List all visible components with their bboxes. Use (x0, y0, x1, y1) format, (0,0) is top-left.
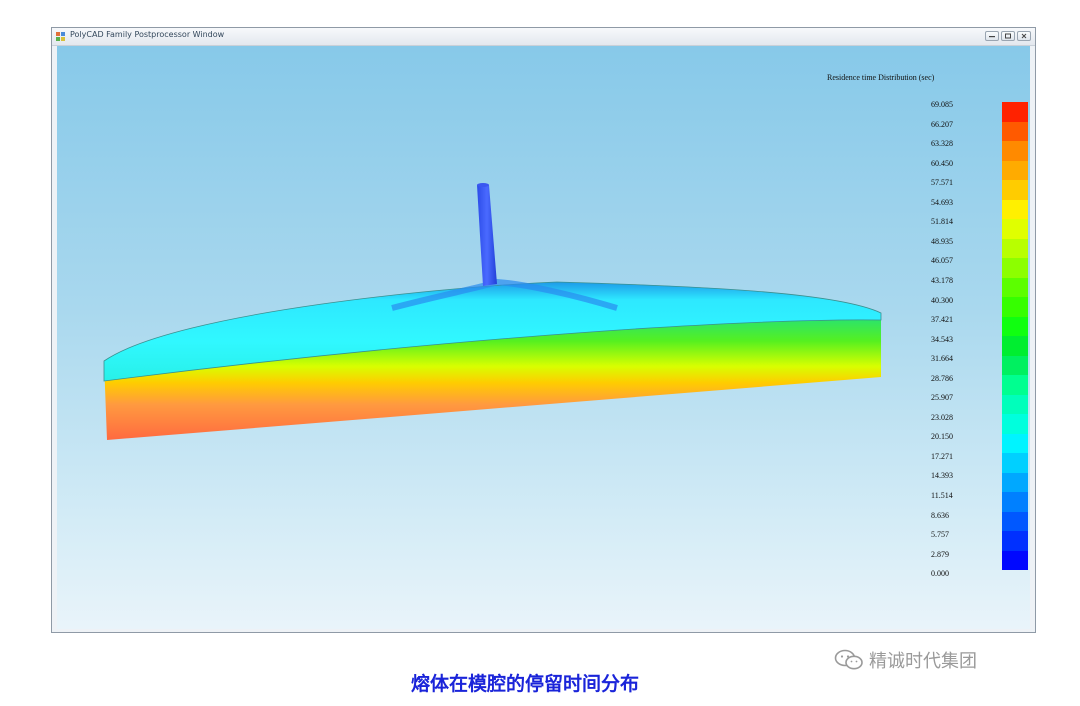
color-bar-swatch (1002, 453, 1028, 473)
legend-tick-label: 37.421 (931, 315, 953, 325)
legend-tick-label: 25.907 (931, 393, 953, 403)
color-bar-swatch (1002, 238, 1028, 258)
color-bar-swatch (1002, 472, 1028, 492)
legend-tick-label: 8.636 (931, 510, 949, 520)
legend-tick-label: 40.300 (931, 295, 953, 305)
color-bar-swatch (1002, 199, 1028, 219)
color-bar-swatch (1002, 121, 1028, 141)
color-bar-swatch (1002, 277, 1028, 297)
legend-tick-label: 28.786 (931, 373, 953, 383)
legend-tick-label: 20.150 (931, 432, 953, 442)
legend-tick-label: 54.693 (931, 197, 953, 207)
legend-tick-label: 69.085 (931, 100, 953, 109)
color-bar-swatch (1002, 531, 1028, 551)
color-bar-swatch (1002, 550, 1028, 570)
legend-tick-label: 17.271 (931, 451, 953, 461)
color-bar-swatch (1002, 394, 1028, 414)
window-title: PolyCAD Family Postprocessor Window (70, 30, 225, 39)
color-bar-swatch (1002, 258, 1028, 278)
color-bar-swatch (1002, 492, 1028, 512)
legend-tick-label: 34.543 (931, 334, 953, 344)
legend-tick-label: 14.393 (931, 471, 953, 481)
legend-tick-label: 46.057 (931, 256, 953, 266)
color-bar-swatch (1002, 141, 1028, 161)
legend-title: Residence time Distribution (sec) (827, 73, 935, 82)
close-icon (1021, 33, 1027, 39)
title-bar[interactable]: PolyCAD Family Postprocessor Window (52, 28, 1035, 46)
legend-tick-label: 23.028 (931, 412, 953, 422)
figure-caption: 熔体在模腔的停留时间分布 (410, 673, 639, 695)
color-bar (1002, 102, 1028, 570)
minimize-button[interactable] (985, 31, 999, 41)
color-bar-swatch (1002, 433, 1028, 453)
part-model (103, 183, 882, 440)
wechat-icon (834, 649, 863, 670)
restore-button[interactable] (1001, 31, 1015, 41)
close-button[interactable] (1017, 31, 1031, 41)
legend-tick-label: 2.879 (931, 549, 949, 559)
legend-tick-label: 0.000 (931, 569, 949, 579)
postprocessor-window: PolyCAD Family Postprocessor Window Resi… (51, 27, 1036, 633)
legend-tick-label: 31.664 (931, 354, 953, 364)
legend-tick-label: 57.571 (931, 178, 953, 188)
color-bar-swatch (1002, 102, 1028, 122)
color-bar-swatch (1002, 160, 1028, 180)
legend-tick-label: 51.814 (931, 217, 953, 227)
color-bar-swatch (1002, 511, 1028, 531)
color-bar-swatch (1002, 375, 1028, 395)
model-viewport[interactable]: Residence time Distribution (sec) 69.085… (57, 46, 1030, 629)
color-bar-swatch (1002, 316, 1028, 336)
minimize-icon (989, 36, 995, 38)
legend-tick-label: 60.450 (931, 158, 953, 168)
color-bar-swatch (1002, 414, 1028, 434)
restore-icon (1005, 33, 1011, 39)
legend-tick-label: 43.178 (931, 275, 953, 285)
legend-tick-label: 48.935 (931, 236, 953, 246)
legend-tick-label: 63.328 (931, 139, 953, 149)
color-bar-swatch (1002, 355, 1028, 375)
legend-tick-label: 11.514 (931, 491, 953, 500)
app-icon (56, 32, 65, 41)
color-bar-swatch (1002, 336, 1028, 356)
color-bar-swatch (1002, 297, 1028, 317)
legend-tick-label: 66.207 (931, 119, 953, 129)
color-bar-swatch (1002, 219, 1028, 239)
legend-tick-label: 5.757 (931, 530, 949, 540)
color-bar-swatch (1002, 180, 1028, 200)
